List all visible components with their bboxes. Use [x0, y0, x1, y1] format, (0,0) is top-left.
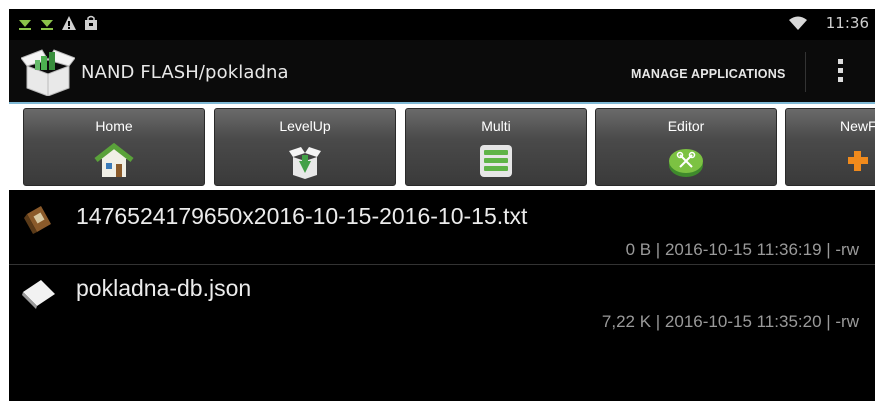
app-logo-icon[interactable]	[21, 46, 75, 96]
wifi-icon	[788, 16, 807, 30]
file-name: pokladna-db.json	[76, 275, 252, 301]
download-icon	[19, 20, 31, 30]
multi-button-label: Multi	[481, 118, 511, 134]
levelup-button-label: LevelUp	[279, 118, 331, 134]
list-item[interactable]: pokladna-db.json 7,22 K | 2016-10-15 11:…	[9, 266, 875, 336]
list-divider	[9, 264, 875, 265]
toolbar: Home LevelUp Multi Editor NewF	[9, 104, 875, 190]
home-icon	[94, 143, 134, 177]
home-button-label: Home	[95, 118, 133, 134]
generic-file-icon	[22, 280, 55, 309]
clock: 11:36	[825, 14, 869, 32]
file-name: 1476524179650x2016-10-15-2016-10-15.txt	[76, 203, 528, 229]
manage-applications-button[interactable]: MANAGE APPLICATIONS	[631, 67, 786, 81]
editor-button[interactable]: Editor	[595, 108, 777, 186]
overflow-menu-icon[interactable]	[835, 56, 845, 86]
multi-select-icon	[480, 145, 512, 177]
notification-icons	[17, 15, 99, 31]
shopping-bag-icon	[85, 15, 97, 30]
warning-icon	[62, 16, 76, 30]
text-file-icon	[24, 206, 51, 234]
new-folder-button-label: NewF	[840, 118, 875, 134]
editor-button-label: Editor	[667, 118, 705, 134]
home-button[interactable]: Home	[23, 108, 205, 186]
download-icon	[41, 20, 53, 30]
new-folder-button[interactable]: NewF	[785, 108, 875, 186]
action-bar: NAND FLASH/pokladna MANAGE APPLICATIONS	[9, 40, 875, 102]
file-meta: 0 B | 2016-10-15 11:36:19 | -rw	[625, 240, 859, 259]
current-path: NAND FLASH/pokladna	[81, 62, 289, 83]
status-bar: 11:36	[9, 9, 875, 40]
editor-icon	[669, 149, 703, 177]
level-up-icon	[289, 147, 321, 179]
action-bar-divider	[805, 52, 806, 92]
new-folder-icon	[848, 151, 868, 171]
device-screen: 11:36 NAND FLASH/pokladna MANAGE APPLICA…	[9, 9, 875, 401]
list-item[interactable]: 1476524179650x2016-10-15-2016-10-15.txt …	[9, 194, 875, 264]
multi-button[interactable]: Multi	[405, 108, 587, 186]
system-status: 11:36	[788, 14, 869, 32]
file-meta: 7,22 K | 2016-10-15 11:35:20 | -rw	[601, 312, 859, 331]
levelup-button[interactable]: LevelUp	[214, 108, 396, 186]
